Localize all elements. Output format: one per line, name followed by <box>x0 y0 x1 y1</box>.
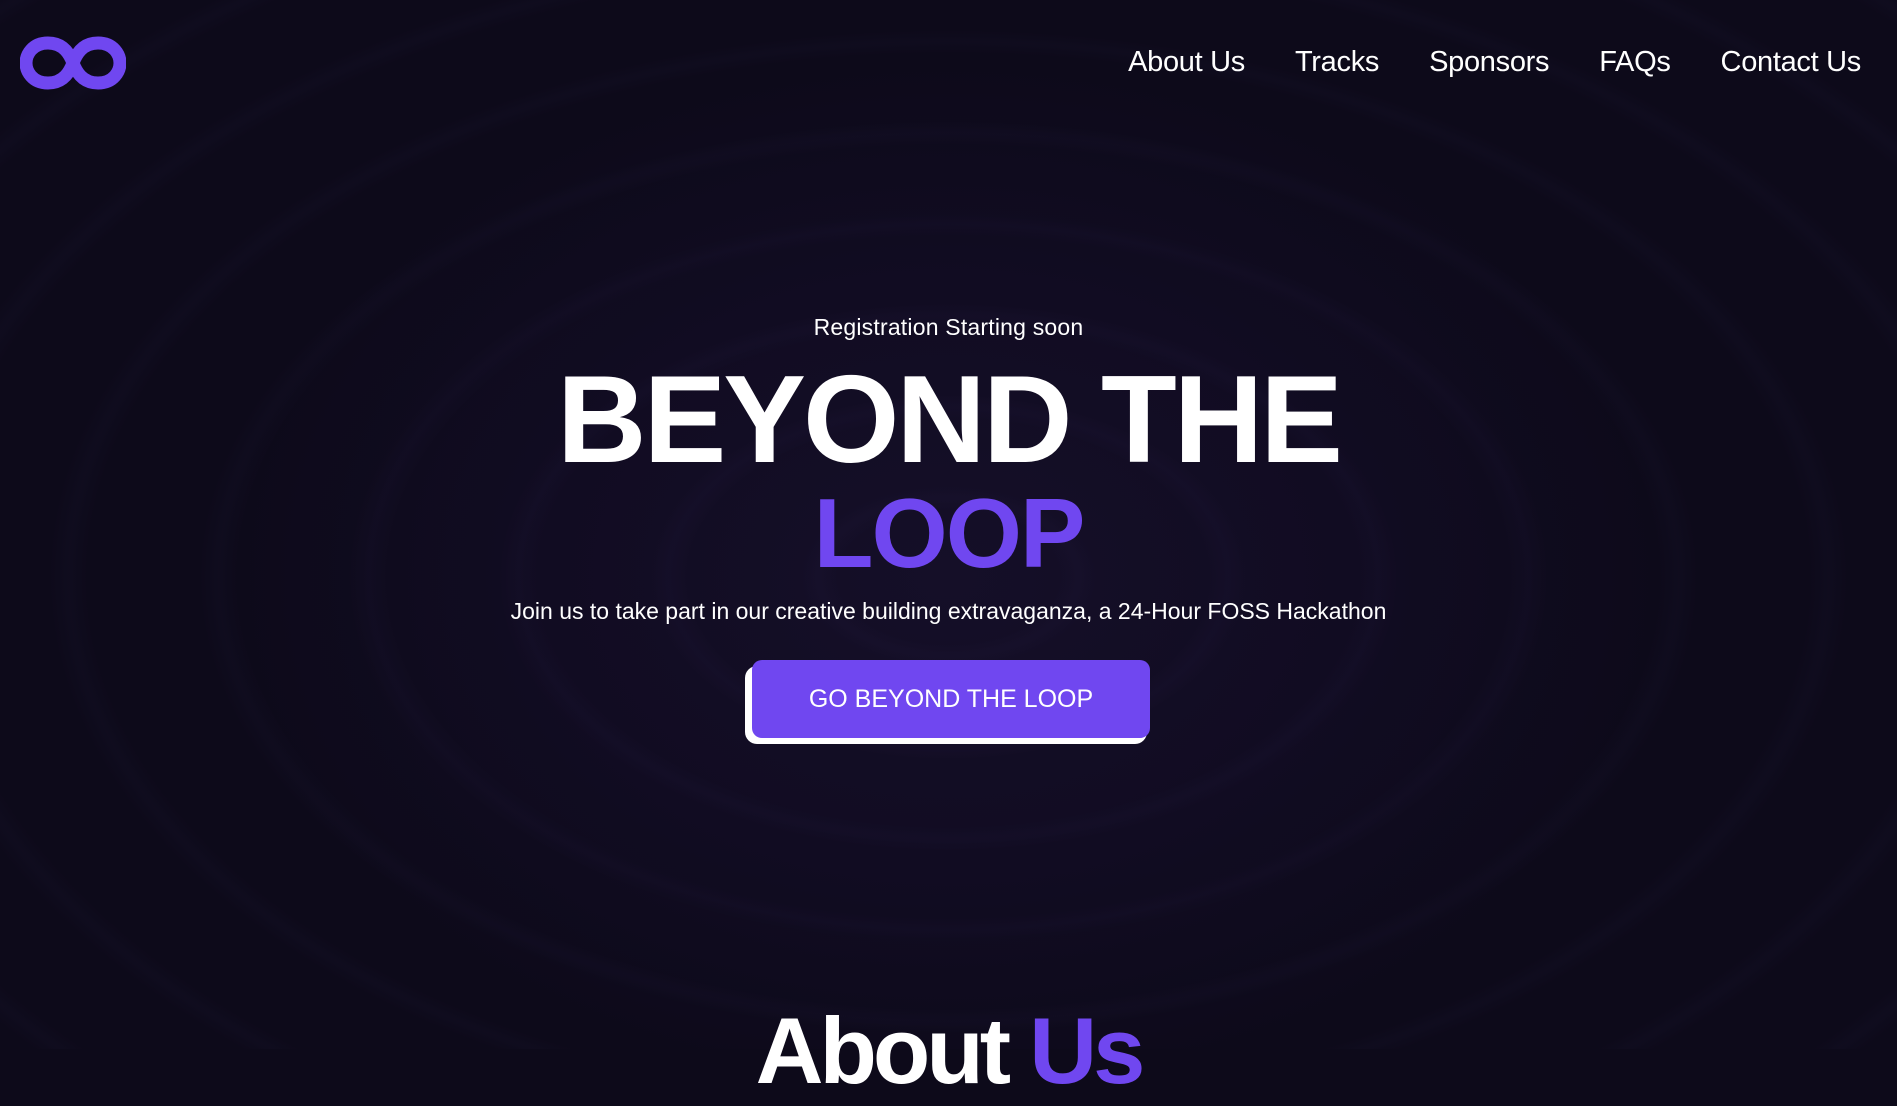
nav-sponsors[interactable]: Sponsors <box>1429 46 1549 79</box>
cta-container: GO BEYOND THE LOOP <box>745 660 1150 744</box>
about-us-heading: About Us <box>0 996 1897 1106</box>
go-beyond-button[interactable]: GO BEYOND THE LOOP <box>752 660 1150 738</box>
infinity-icon[interactable] <box>20 33 126 93</box>
hero-subtitle: Join us to take part in our creative bui… <box>510 598 1387 624</box>
site-header: About Us Tracks Sponsors FAQs Contact Us <box>0 0 1897 130</box>
nav-faqs[interactable]: FAQs <box>1599 46 1671 79</box>
hero-title-line2: LOOP <box>813 478 1086 588</box>
nav-tracks[interactable]: Tracks <box>1295 46 1379 79</box>
main-nav: About Us Tracks Sponsors FAQs Contact Us <box>1128 46 1861 79</box>
registration-status: Registration Starting soon <box>813 314 1084 340</box>
nav-about-us[interactable]: About Us <box>1128 46 1245 79</box>
hero-title-line1: BEYOND THE <box>557 351 1343 489</box>
nav-contact-us[interactable]: Contact Us <box>1721 46 1862 79</box>
about-heading-part1: About <box>755 998 1011 1104</box>
about-heading-part2: Us <box>1029 998 1145 1104</box>
